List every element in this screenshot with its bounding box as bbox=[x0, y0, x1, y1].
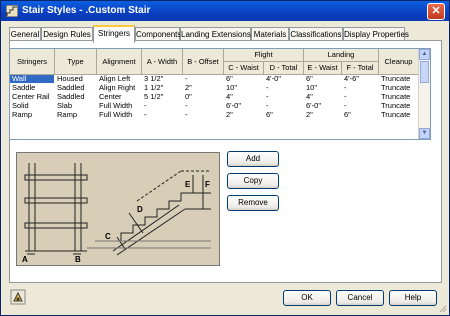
cell-a-width[interactable]: 3 1/2" bbox=[142, 75, 182, 83]
cell-alignment[interactable]: Align Left bbox=[97, 75, 141, 83]
cell-stringers[interactable]: Ramp bbox=[10, 111, 54, 119]
header-type[interactable]: Type bbox=[55, 49, 97, 75]
cell-f-total[interactable]: 4'-6" bbox=[342, 75, 378, 83]
title-bar[interactable]: Stair Styles - .Custom Stair ✕ bbox=[1, 1, 449, 21]
cell-b-offset[interactable]: - bbox=[183, 75, 223, 83]
header-flight: Flight bbox=[224, 49, 304, 62]
tab-components[interactable]: Components bbox=[135, 27, 181, 41]
stringers-grid[interactable]: Stringers Type Alignment A - Width B - O… bbox=[9, 48, 431, 140]
scroll-up-arrow-icon[interactable]: ▲ bbox=[419, 49, 430, 60]
cell-c-waist[interactable]: 6'-0" bbox=[224, 102, 263, 110]
cancel-button[interactable]: Cancel bbox=[336, 290, 384, 306]
tab-design-rules[interactable]: Design Rules bbox=[41, 27, 93, 41]
tab-display-properties[interactable]: Display Properties bbox=[343, 27, 409, 41]
cell-c-waist[interactable]: 6" bbox=[224, 75, 263, 83]
stair-styles-window: Stair Styles - .Custom Stair ✕ General D… bbox=[0, 0, 450, 316]
cell-b-offset[interactable]: - bbox=[183, 111, 223, 119]
diagram-label-d: D bbox=[137, 205, 143, 214]
table-row[interactable]: Wall Housed Align Left 3 1/2" -6" 4'-0" 6" 4'-6… bbox=[10, 75, 418, 83]
tab-general[interactable]: General bbox=[9, 27, 41, 41]
tab-landing-extensions[interactable]: Landing Extensions bbox=[180, 27, 251, 41]
header-alignment[interactable]: Alignment bbox=[97, 49, 142, 75]
cell-a-width[interactable]: - bbox=[142, 111, 182, 119]
cell-type[interactable]: Saddled bbox=[55, 93, 96, 101]
cell-alignment[interactable]: Center bbox=[97, 93, 141, 101]
scroll-thumb[interactable] bbox=[420, 61, 429, 83]
cell-e-waist[interactable]: 6" bbox=[304, 75, 341, 83]
cell-alignment[interactable]: Full Width bbox=[97, 102, 141, 110]
help-button[interactable]: Help bbox=[389, 290, 437, 306]
cell-e-waist[interactable]: 10" bbox=[304, 84, 341, 92]
cell-f-total[interactable]: 6" bbox=[342, 111, 378, 119]
cell-b-offset[interactable]: 2" bbox=[183, 84, 223, 92]
diagram-label-f: F bbox=[205, 180, 210, 189]
cell-a-width[interactable]: - bbox=[142, 102, 182, 110]
cell-b-offset[interactable]: 0" bbox=[183, 93, 223, 101]
cell-b-offset[interactable]: - bbox=[183, 102, 223, 110]
cell-d-total[interactable]: 6" bbox=[264, 111, 303, 119]
tab-materials[interactable]: Materials bbox=[251, 27, 289, 41]
cell-type[interactable]: Housed bbox=[55, 75, 96, 83]
cell-cleanup[interactable]: Truncate bbox=[379, 84, 418, 92]
cell-stringers[interactable]: Wall bbox=[10, 75, 54, 83]
tab-classifications[interactable]: Classifications bbox=[289, 27, 343, 41]
stair-styles-icon bbox=[6, 5, 18, 17]
cell-cleanup[interactable]: Truncate bbox=[379, 102, 418, 110]
cell-d-total[interactable]: 4'-0" bbox=[264, 75, 303, 83]
scroll-down-arrow-icon[interactable]: ▼ bbox=[419, 128, 430, 139]
remove-button[interactable]: Remove bbox=[227, 195, 279, 211]
table-row[interactable]: Solid Slab Full Width - -6'-0" -6'-0" - Truncat… bbox=[10, 102, 418, 110]
header-b-offset[interactable]: B - Offset bbox=[183, 49, 224, 75]
table-row[interactable]: Center Rail Saddled Center 5 1/2" 0" 4" -4" - Tr… bbox=[10, 93, 418, 101]
cell-d-total[interactable]: - bbox=[264, 93, 303, 101]
cell-alignment[interactable]: Full Width bbox=[97, 111, 141, 119]
cell-alignment[interactable]: Align Right bbox=[97, 84, 141, 92]
ok-button[interactable]: OK bbox=[283, 290, 331, 306]
cell-c-waist[interactable]: 4" bbox=[224, 93, 263, 101]
cell-e-waist[interactable]: 6'-0" bbox=[304, 102, 341, 110]
grid-vertical-scrollbar[interactable]: ▲ ▼ bbox=[418, 49, 430, 139]
cell-cleanup[interactable]: Truncate bbox=[379, 111, 418, 119]
cell-e-waist[interactable]: 2" bbox=[304, 111, 341, 119]
add-button[interactable]: Add bbox=[227, 151, 279, 167]
cell-f-total[interactable]: - bbox=[342, 93, 378, 101]
cell-c-waist[interactable]: 2" bbox=[224, 111, 263, 119]
cell-type[interactable]: Ramp bbox=[55, 111, 96, 119]
cell-stringers[interactable]: Solid bbox=[10, 102, 54, 110]
cell-d-total[interactable]: - bbox=[264, 102, 303, 110]
copy-button[interactable]: Copy bbox=[227, 173, 279, 189]
cell-a-width[interactable]: 1 1/2" bbox=[142, 84, 182, 92]
cell-e-waist[interactable]: 4" bbox=[304, 93, 341, 101]
diagram-label-c: C bbox=[105, 232, 111, 241]
diagram-label-e: E bbox=[185, 180, 191, 189]
header-landing: Landing bbox=[304, 49, 379, 62]
cell-a-width[interactable]: 5 1/2" bbox=[142, 93, 182, 101]
cell-cleanup[interactable]: Truncate bbox=[379, 93, 418, 101]
tab-stringers[interactable]: Stringers bbox=[93, 25, 135, 43]
header-a-width[interactable]: A - Width bbox=[142, 49, 183, 75]
cell-type[interactable]: Saddled bbox=[55, 84, 96, 92]
cell-stringers[interactable]: Saddle bbox=[10, 84, 54, 92]
cell-d-total[interactable]: - bbox=[264, 84, 303, 92]
header-cleanup[interactable]: Cleanup bbox=[379, 49, 419, 75]
cell-cleanup[interactable]: Truncate bbox=[379, 75, 418, 83]
table-row[interactable]: Ramp Ramp Full Width - -2" 6" 2" 6" Truncate bbox=[10, 111, 418, 119]
stringer-diagram-drawing: A B C D E F bbox=[22, 163, 211, 264]
cell-f-total[interactable]: - bbox=[342, 84, 378, 92]
cell-stringers[interactable]: Center Rail bbox=[10, 93, 54, 101]
window-title: Stair Styles - .Custom Stair bbox=[22, 5, 151, 16]
stringer-diagram: A B C D E F bbox=[16, 152, 220, 266]
diagram-label-a: A bbox=[22, 255, 28, 264]
diagram-label-b: B bbox=[75, 255, 81, 264]
close-button[interactable]: ✕ bbox=[427, 3, 445, 20]
resize-grip-icon[interactable] bbox=[437, 303, 447, 313]
table-row[interactable]: Saddle Saddled Align Right 1 1/2" 2" 10" -10" -… bbox=[10, 84, 418, 92]
header-stringers[interactable]: Stringers bbox=[10, 49, 55, 75]
cell-f-total[interactable]: - bbox=[342, 102, 378, 110]
help-tool-icon[interactable] bbox=[10, 289, 26, 305]
cell-c-waist[interactable]: 10" bbox=[224, 84, 263, 92]
cell-type[interactable]: Slab bbox=[55, 102, 96, 110]
